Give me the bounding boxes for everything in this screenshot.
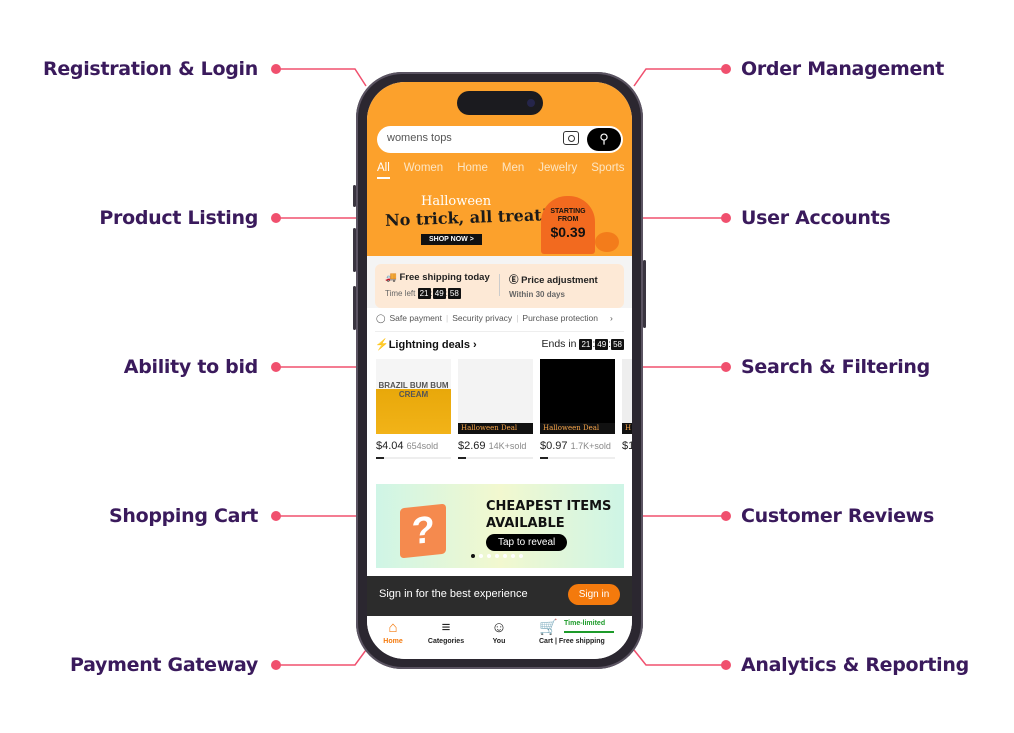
feature-label: Analytics & Reporting <box>741 654 969 676</box>
product-price: $4.04 654sold <box>376 440 439 452</box>
feature-label: Payment Gateway <box>69 654 258 676</box>
feature-label: Order Management <box>741 58 945 80</box>
tab-men[interactable]: Men <box>502 162 524 179</box>
sold-progress <box>458 457 533 459</box>
timer-hours: 21 <box>579 339 593 350</box>
halloween-deal-tag: Halloween Deal <box>540 423 615 434</box>
promo-title: CHEAPEST ITEMS AVAILABLE <box>486 499 612 531</box>
starting-from: STARTING FROM <box>550 208 586 223</box>
timer-minutes: 49 <box>432 288 446 299</box>
promo-banner[interactable]: ? CHEAPEST ITEMS AVAILABLE Tap to reveal <box>376 484 624 568</box>
time-left-label: Time left <box>385 289 416 298</box>
phone-side-button <box>643 260 646 328</box>
timer-seconds: 58 <box>447 288 461 299</box>
product-image[interactable]: H <box>622 359 632 434</box>
nav-you[interactable]: ☺ You <box>473 616 525 659</box>
carousel-dots[interactable] <box>471 554 523 558</box>
pumpkin-icon <box>595 232 619 252</box>
ends-in-label: Ends in <box>541 338 577 350</box>
price-adjustment-title: Price adjustment <box>521 275 598 286</box>
tap-to-reveal-button[interactable]: Tap to reveal <box>486 534 568 551</box>
feature-label: Registration & Login <box>43 58 258 80</box>
halloween-deal-tag: H <box>622 423 632 434</box>
camera-lens <box>527 99 535 107</box>
product-price: $0.97 1.7K+sold <box>540 440 611 452</box>
divider <box>375 331 624 332</box>
dynamic-island <box>457 91 543 115</box>
nav-categories[interactable]: ≡ Categories <box>419 616 473 659</box>
sold-progress <box>540 457 615 459</box>
signin-prompt: Sign in for the best experience <box>379 588 528 600</box>
product-image[interactable]: Halloween Deal <box>458 359 533 434</box>
product-price: $1 <box>622 440 632 452</box>
category-tabs: All Women Home Men Jewelry Sports <box>377 162 625 179</box>
search-input[interactable] <box>387 132 547 144</box>
search-icon: ⚲ <box>599 131 609 146</box>
trust-item: Purchase protection <box>522 313 599 323</box>
product-image[interactable]: BRAZIL BUM BUM CREAM <box>376 359 451 434</box>
tab-all[interactable]: All <box>377 162 390 179</box>
signin-bar: Sign in for the best experience Sign in <box>367 576 632 616</box>
search-button[interactable]: ⚲ <box>587 128 621 151</box>
camera-icon[interactable] <box>563 131 579 145</box>
trust-item: Safe payment <box>389 313 442 323</box>
search-bar[interactable]: ⚲ <box>377 126 623 153</box>
shop-now-button[interactable]: SHOP NOW > <box>421 234 482 245</box>
feature-label: User Accounts <box>741 207 891 229</box>
feature-label: Ability to bid <box>123 356 259 378</box>
trust-row[interactable]: ◯ Safe payment | Security privacy | Purcha… <box>376 313 613 324</box>
time-limited-label: Time-limited <box>564 620 606 627</box>
sign-in-button[interactable]: Sign in <box>568 584 620 605</box>
lightning-deals-title: Lightning deals <box>388 339 470 351</box>
divider <box>499 274 500 296</box>
user-icon: ☺ <box>491 619 507 636</box>
tab-home[interactable]: Home <box>457 162 488 179</box>
timer-seconds: 58 <box>611 339 624 350</box>
price-adjust-icon: Ⓔ <box>509 275 519 286</box>
free-shipping-title: Free shipping today <box>399 272 490 283</box>
chevron-right-icon[interactable]: › <box>610 313 613 324</box>
phone-screen: ⚲ All Women Home Men Jewelry Sports Hall… <box>367 82 632 659</box>
benefits-card[interactable]: 🚚 Free shipping today Time left 21:49:58… <box>375 264 624 308</box>
product-image-text: BRAZIL BUM BUM CREAM <box>378 381 449 399</box>
lightning-icon: ⚡ <box>375 339 389 351</box>
price-tombstone: STARTING FROM $0.39 <box>541 196 595 254</box>
nav-home[interactable]: ⌂ Home <box>367 616 419 659</box>
home-icon: ⌂ <box>388 619 398 636</box>
tab-sports[interactable]: Sports <box>591 162 624 179</box>
shield-icon: ◯ <box>376 313 386 323</box>
banner-headline: No trick, all treat! <box>384 205 549 230</box>
timer-minutes: 49 <box>595 339 609 350</box>
lightning-deals-link[interactable]: ⚡Lightning deals › <box>375 338 477 351</box>
trust-item: Security privacy <box>452 313 513 323</box>
tab-jewelry[interactable]: Jewelry <box>538 162 577 179</box>
deals-timer: Ends in 21:49:58 <box>541 338 624 350</box>
categories-search-icon: ≡ <box>441 619 451 636</box>
feature-label: Customer Reviews <box>741 505 934 527</box>
halloween-banner[interactable]: Halloween No trick, all treat! SHOP NOW … <box>381 194 621 254</box>
feature-label: Shopping Cart <box>108 505 258 527</box>
banner-price: $0.39 <box>550 224 586 240</box>
sold-progress <box>376 457 451 459</box>
feature-label: Product Listing <box>99 207 258 229</box>
price-adjustment-sub: Within 30 days <box>509 290 565 299</box>
mystery-box: ? <box>400 503 446 559</box>
truck-icon: 🚚 <box>385 272 397 283</box>
feature-label: Search & Filtering <box>741 356 930 378</box>
time-limited-bar <box>564 631 614 633</box>
tab-women[interactable]: Women <box>404 162 443 179</box>
timer-hours: 21 <box>417 288 431 299</box>
halloween-deal-tag: Halloween Deal <box>458 423 533 434</box>
product-price: $2.69 14K+sold <box>458 440 527 452</box>
product-image[interactable]: Halloween Deal <box>540 359 615 434</box>
